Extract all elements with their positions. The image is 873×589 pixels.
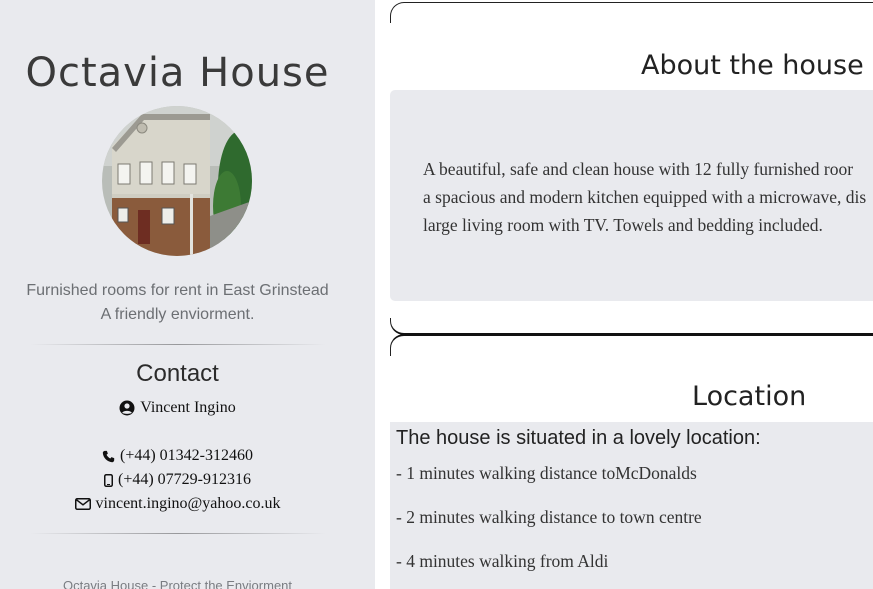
contact-name-text: Vincent Ingino — [140, 399, 236, 416]
mobile-icon — [103, 473, 113, 487]
about-heading: About the house — [641, 50, 864, 81]
sidebar: Octavia House Furnished rooms for rent i… — [0, 0, 375, 589]
house-photo — [102, 106, 252, 256]
envelope-icon — [74, 498, 91, 510]
tagline: Furnished rooms for rent in East Grinste… — [26, 282, 329, 299]
mobile-number[interactable]: (+44) 07729-912316 — [118, 471, 251, 489]
location-item: - 2 minutes walking distance to town cen… — [396, 507, 702, 527]
phone-number[interactable]: (+44) 01342-312460 — [120, 447, 253, 465]
about-line: A beautiful, safe and clean house with 1… — [423, 159, 854, 179]
main-content: About the house A beautiful, safe and cl… — [375, 0, 873, 589]
location-item: - 4 minutes walking from Aldi — [396, 551, 609, 571]
about-card-bottom — [390, 318, 873, 335]
tagline-secondary: A friendly enviorment. — [100, 306, 255, 323]
phone-icon — [102, 450, 115, 462]
divider — [30, 533, 326, 534]
location-item: - 1 minutes walking distance toMcDonalds — [396, 463, 697, 483]
footer-note: Octavia House - Protect the Enviorment — [62, 578, 293, 589]
about-line: large living room with TV. Towels and be… — [423, 215, 823, 235]
contact-phone[interactable]: (+44) 01342-312460 — [0, 447, 355, 465]
location-card-border — [390, 334, 873, 356]
location-heading: Location — [692, 381, 807, 412]
location-intro: The house is situated in a lovely locati… — [396, 427, 761, 449]
house-photo-avatar — [102, 106, 252, 256]
contact-name: Vincent Ingino — [0, 399, 355, 417]
page: Octavia House Furnished rooms for rent i… — [0, 0, 873, 589]
user-circle-icon — [119, 400, 135, 416]
site-title: Octavia House — [25, 50, 330, 96]
about-line: a spacious and modern kitchen equipped w… — [423, 187, 867, 207]
contact-email[interactable]: vincent.ingino@yahoo.co.uk — [0, 495, 355, 513]
about-card-border — [390, 2, 873, 23]
about-text: A beautiful, safe and clean house with 1… — [423, 155, 873, 239]
email-address[interactable]: vincent.ingino@yahoo.co.uk — [96, 495, 281, 513]
divider — [30, 344, 326, 345]
contact-mobile[interactable]: (+44) 07729-912316 — [0, 471, 355, 489]
contact-heading: Contact — [136, 360, 219, 387]
